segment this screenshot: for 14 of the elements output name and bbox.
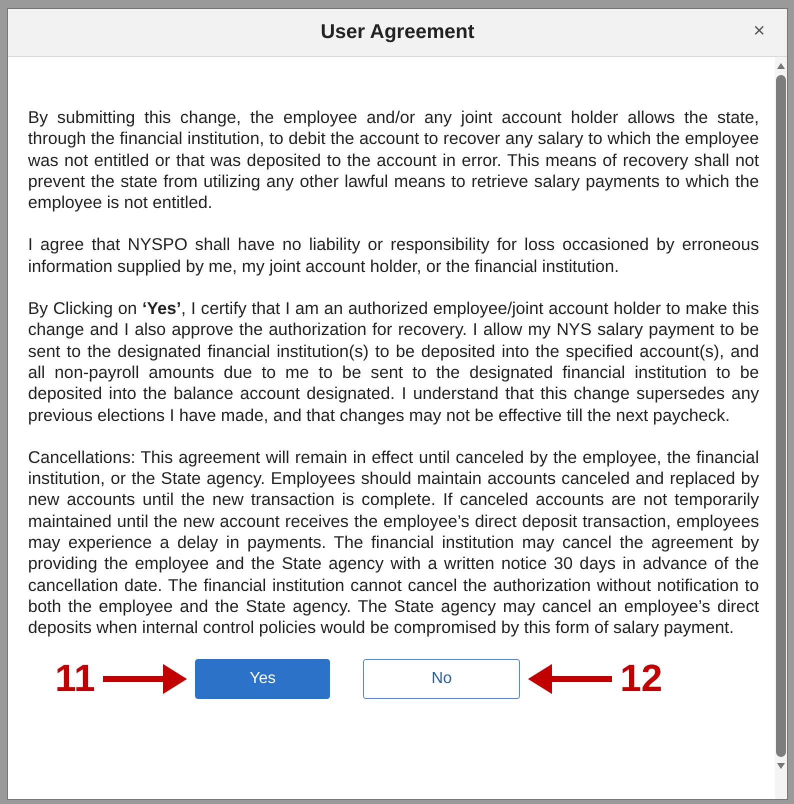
no-button[interactable]: No bbox=[363, 659, 520, 700]
close-button[interactable]: × bbox=[749, 20, 769, 43]
agreement-paragraph: By submitting this change, the employee and/or any joint account holder allows the state, through the financial institution, to debit the account to recover any salary to which the employee was not entitled or that was deposited to the account in error. This means of recovery shall not prevent the state from utilizing any other lawful means to retrieve salary payments to which the employee is not entitled. bbox=[28, 107, 759, 214]
scroll-down-icon[interactable] bbox=[777, 763, 785, 769]
callout-number: 11 bbox=[55, 658, 96, 701]
scroll-up-icon[interactable] bbox=[777, 63, 785, 69]
yes-button[interactable]: Yes bbox=[195, 659, 330, 700]
scroll-thumb[interactable] bbox=[776, 75, 786, 757]
dialog-title: User Agreement bbox=[320, 21, 474, 44]
agreement-paragraph: By Clicking on ‘Yes’, I certify that I am an authorized employee/joint account holder to make this change and I also approve the authorization for recovery. I allow my NYS salary payment to be sent to the designated financial institution(s) to be deposited into the specified account(s), and all non-payroll amounts due to me to be sent to the designated financial institution to be deposited into the balance account designated. I understand that this change supersedes any previous elections I have made, and that changes may not be effective till the next paycheck. bbox=[28, 298, 759, 426]
callout-number: 12 bbox=[620, 658, 662, 701]
agreement-paragraph: I agree that NYSPO shall have no liability or responsibility for loss occasioned by erroneous information supplied by me, my joint account holder, or the financial institution. bbox=[28, 234, 759, 278]
scrollbar[interactable] bbox=[775, 57, 787, 799]
agreement-paragraph: Cancellations: This agreement will remain in effect until canceled by the employee, the financial institution, or the State agency. Employees should maintain accounts canceled and replaced by new accounts until the new transaction is complete. If canceled accounts are not temporarily maintained until the new account receives the employee’s direct deposit transaction, employees may experience a delay in payments. The financial institution may cancel the agreement by providing the employee and the State agency with a written notice 30 days in advance of the cancellation date. The financial institution cannot cancel the authorization without notification to both the employee and the State agency. The State agency may cancel an employee’s direct deposits when internal control policies would be compromised by this form of salary payment. bbox=[28, 446, 759, 639]
